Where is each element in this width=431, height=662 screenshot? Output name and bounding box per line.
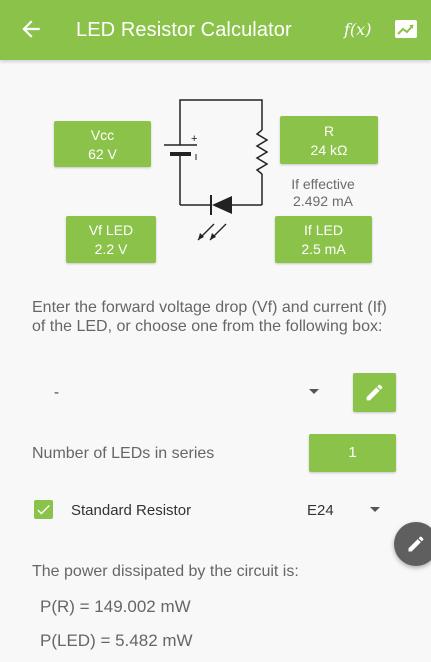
led-preset-value: - bbox=[54, 384, 59, 401]
instructions-text: Enter the forward voltage drop (Vf) and … bbox=[32, 299, 387, 335]
led-preset-dropdown[interactable] bbox=[40, 374, 330, 410]
page-title: LED Resistor Calculator bbox=[76, 19, 292, 41]
standard-resistor-label: Standard Resistor bbox=[71, 502, 192, 519]
resistor-value: 24 kΩ bbox=[310, 142, 348, 158]
power-resistor: P(R) = 149.002 mW bbox=[40, 597, 191, 616]
app-bar: LED Resistor Calculator f(x) bbox=[0, 0, 431, 60]
dropdown-arrow-icon[interactable] bbox=[309, 389, 319, 394]
vf-led-button[interactable]: Vf LED 2.2 V bbox=[66, 216, 156, 263]
power-label: The power dissipated by the circuit is: bbox=[32, 563, 299, 580]
vf-led-value: 2.2 V bbox=[94, 241, 128, 257]
pencil-icon bbox=[408, 536, 424, 552]
leds-in-series-button[interactable]: 1 bbox=[309, 434, 396, 472]
formula-button[interactable]: f(x) bbox=[344, 20, 371, 39]
standard-resistor-checkbox[interactable] bbox=[34, 500, 53, 519]
battery-polarity: + bbox=[191, 133, 197, 145]
edit-led-button[interactable] bbox=[353, 373, 396, 412]
vcc-label: Vcc bbox=[90, 127, 115, 143]
series-dropdown-arrow-icon[interactable] bbox=[370, 507, 380, 512]
leds-in-series-label: Number of LEDs in series bbox=[32, 445, 215, 462]
if-effective-label: If effective bbox=[291, 176, 355, 192]
if-led-value: 2.5 mA bbox=[301, 241, 346, 257]
check-icon bbox=[37, 504, 50, 515]
chart-icon[interactable] bbox=[394, 19, 418, 39]
vf-led-label: Vf LED bbox=[88, 222, 134, 238]
if-effective: If effective 2.492 mA bbox=[280, 176, 366, 210]
resistor-series-select[interactable]: E24 bbox=[307, 502, 334, 519]
if-led-button[interactable]: If LED 2.5 mA bbox=[275, 216, 372, 263]
vcc-value: 62 V bbox=[88, 146, 117, 162]
arrow-back-icon[interactable] bbox=[18, 16, 44, 42]
edit-fab[interactable] bbox=[394, 522, 431, 566]
resistor-button[interactable]: R 24 kΩ bbox=[280, 116, 378, 164]
resistor-label: R bbox=[323, 123, 335, 139]
vcc-button[interactable]: Vcc 62 V bbox=[54, 121, 151, 167]
power-led: P(LED) = 5.482 mW bbox=[40, 631, 193, 650]
if-led-label: If LED bbox=[304, 222, 343, 238]
pencil-icon bbox=[366, 384, 383, 401]
circuit-diagram: + bbox=[164, 99, 269, 241]
if-effective-value: 2.492 mA bbox=[293, 193, 353, 209]
